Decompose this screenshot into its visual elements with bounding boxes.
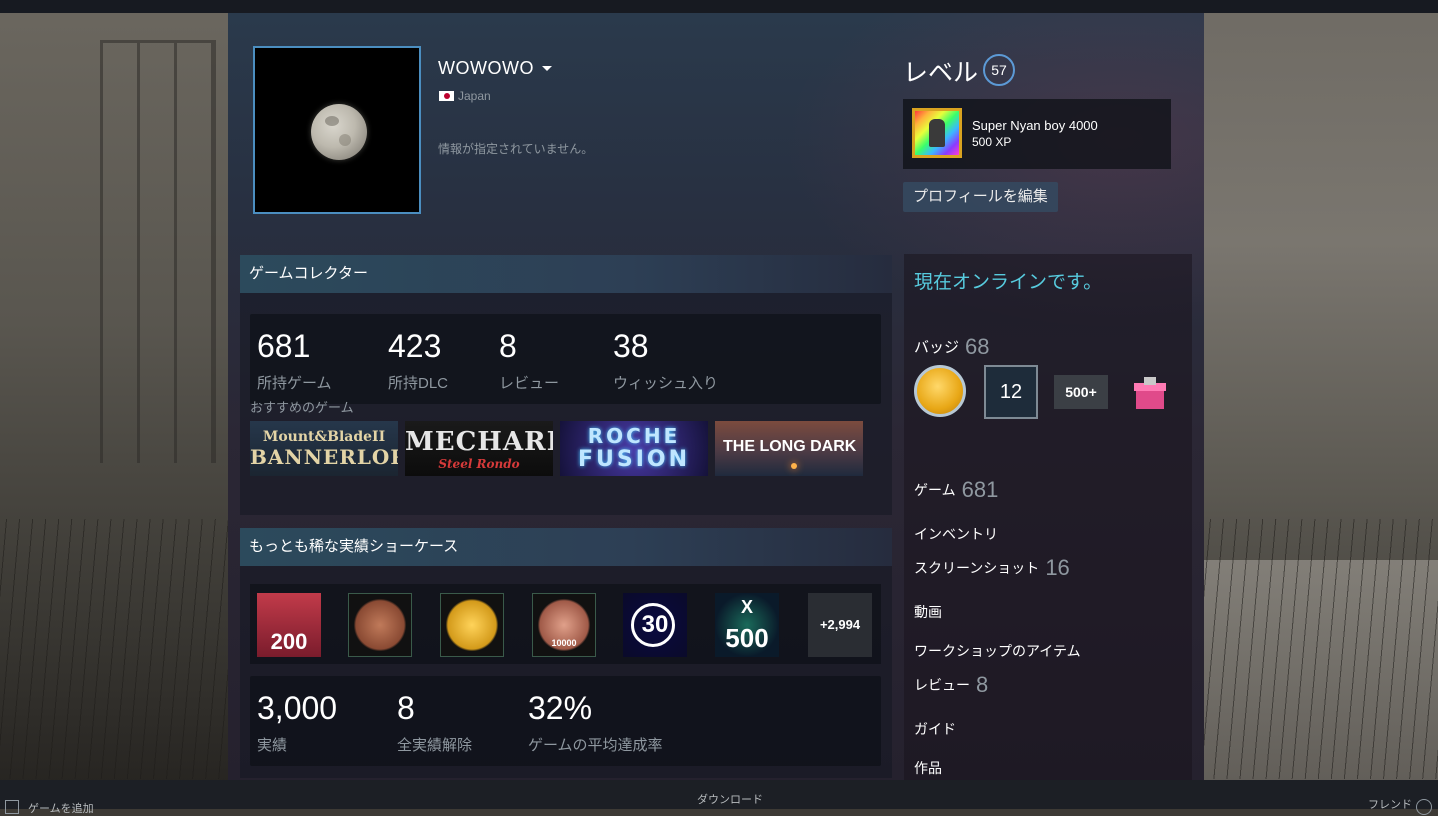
achievement-timer-30-icon[interactable]: 30 (623, 593, 687, 657)
collector-section: 681 所持ゲーム 423 所持DLC 8 レビュー 38 ウィッシュ入り おす… (240, 293, 892, 515)
game-title-line1: MECHARITZ (405, 427, 553, 457)
chevron-down-icon[interactable] (542, 66, 552, 71)
top-bar (0, 0, 1438, 13)
featured-badge-name: Super Nyan boy 4000 (972, 118, 1098, 133)
inventory-link[interactable]: インベントリ (914, 524, 998, 544)
game-capsule-roche-fusion[interactable]: ROCHE FUSION (560, 421, 708, 476)
achievement-icons-row: 200 10000 30 X 500 +2,994 (250, 584, 881, 664)
achievement-label: 10000 (551, 638, 577, 648)
more-achievements-button[interactable]: +2,994 (808, 593, 872, 657)
campfire-icon (791, 463, 797, 469)
username[interactable]: WOWOWO (438, 58, 534, 79)
downloads-button[interactable]: ダウンロード (697, 791, 763, 807)
stat-wishlist-value[interactable]: 38 (613, 328, 649, 365)
country: Japan (458, 89, 491, 103)
achievement-gold-runner-icon[interactable] (440, 593, 504, 657)
game-title-line2: BANNERLORD (250, 445, 398, 469)
stat-achievements-label[interactable]: 実績 (257, 734, 287, 755)
game-title-line1: Mount&BladeII (262, 429, 386, 445)
stat-games-label[interactable]: 所持ゲーム (257, 372, 332, 393)
badges-count: 68 (965, 334, 990, 359)
level-label: レベル (903, 59, 979, 87)
friends-button[interactable]: フレンド (1368, 796, 1412, 812)
moon-image (311, 104, 367, 160)
achievement-stats: 3,000 実績 8 全実績解除 32% ゲームの平均達成率 (250, 676, 881, 766)
stat-dlc-label[interactable]: 所持DLC (388, 372, 448, 393)
stat-perfect-label[interactable]: 全実績解除 (397, 734, 472, 755)
videos-link[interactable]: 動画 (914, 602, 942, 622)
level-badge[interactable]: 57 (983, 54, 1015, 86)
stat-games-value[interactable]: 681 (257, 328, 310, 365)
add-game-button[interactable]: ゲームを追加 (28, 800, 94, 816)
game-title-line2: FUSION (577, 447, 691, 472)
reviews-link[interactable]: レビュー 8 (914, 672, 988, 698)
friends-chat-icon[interactable] (1416, 799, 1432, 815)
stat-completion-value[interactable]: 32% (528, 690, 592, 727)
nyan-boy-badge-icon (912, 108, 962, 158)
years-of-service-badge-icon[interactable]: 12 (984, 365, 1038, 419)
link-count: 681 (961, 477, 999, 502)
screenshots-link[interactable]: スクリーンショット 16 (914, 555, 1070, 581)
featured-badge-box[interactable]: Super Nyan boy 4000 500 XP (903, 99, 1171, 169)
workshop-link[interactable]: ワークショップのアイテム (914, 641, 1081, 661)
game-capsule-bannerlord[interactable]: Mount&BladeII BANNERLORD (250, 421, 398, 476)
link-label: スクリーンショット (914, 560, 1040, 576)
profile-sidebar: 現在オンラインです。 バッジ 68 12 500+ ゲーム 681 インベントリ ス… (904, 254, 1192, 780)
stat-reviews-value[interactable]: 8 (499, 328, 517, 365)
stat-perfect-value[interactable]: 8 (397, 690, 415, 727)
game-capsule-the-long-dark[interactable]: THE LONG DARK (715, 421, 863, 476)
recommended-label: おすすめのゲーム (250, 400, 354, 415)
achievements-section: 200 10000 30 X 500 +2,994 3,000 実績 8 全実績… (240, 566, 892, 778)
game-capsule-mecharitz[interactable]: MECHARITZ Steel Rondo (405, 421, 553, 476)
stat-completion-label[interactable]: ゲームの平均達成率 (528, 734, 663, 755)
japan-flag-icon (439, 91, 454, 101)
achievement-trophy-200-icon[interactable]: 200 (257, 593, 321, 657)
gift-badge-icon[interactable] (1132, 377, 1168, 413)
badges-label: バッジ (914, 339, 960, 356)
games-owned-badge-icon[interactable]: 500+ (1054, 375, 1108, 409)
link-count: 8 (976, 672, 989, 697)
achievement-bronze-medal-icon[interactable] (348, 593, 412, 657)
avatar[interactable] (253, 46, 421, 214)
achievement-label: 200 (270, 629, 308, 654)
games-link[interactable]: ゲーム 681 (914, 477, 998, 503)
guides-link[interactable]: ガイド (914, 719, 956, 739)
gold-coin-badge-icon[interactable] (914, 365, 966, 417)
collector-header: ゲームコレクター (240, 255, 892, 293)
stat-dlc-value[interactable]: 423 (388, 328, 441, 365)
x-mark-icon: X (740, 597, 753, 617)
achievement-label: 30 (641, 611, 669, 638)
add-game-icon[interactable] (5, 800, 19, 814)
achievements-header: もっとも稀な実績ショーケース (240, 528, 892, 566)
stat-wishlist-label[interactable]: ウィッシュ入り (613, 372, 718, 393)
game-title-line1: ROCHE (587, 424, 681, 448)
achievement-x-500-icon[interactable]: X 500 (715, 593, 779, 657)
profile-panel: WOWOWO Japan 情報が指定されていません。 レベル 57 Super … (228, 13, 1204, 780)
online-status: 現在オンラインです。 (914, 272, 1103, 293)
link-label: レビュー (914, 677, 970, 693)
achievement-label: 500 (725, 623, 769, 653)
stat-reviews-label[interactable]: レビュー (499, 372, 559, 393)
link-label: ゲーム (914, 482, 956, 498)
collector-stats: 681 所持ゲーム 423 所持DLC 8 レビュー 38 ウィッシュ入り (250, 314, 881, 404)
link-count: 16 (1045, 555, 1070, 580)
profile-summary: 情報が指定されていません。 (438, 142, 594, 156)
badges-link[interactable]: バッジ 68 (914, 334, 990, 360)
achievement-bronze-10000-icon[interactable]: 10000 (532, 593, 596, 657)
featured-badge-xp: 500 XP (972, 135, 1012, 149)
game-title-line1: THE LONG DARK (723, 438, 857, 455)
game-title-line2: Steel Rondo (438, 457, 520, 471)
edit-profile-button[interactable]: プロフィールを編集 (903, 182, 1058, 212)
artwork-link[interactable]: 作品 (914, 758, 942, 778)
stat-achievements-value[interactable]: 3,000 (257, 690, 337, 727)
